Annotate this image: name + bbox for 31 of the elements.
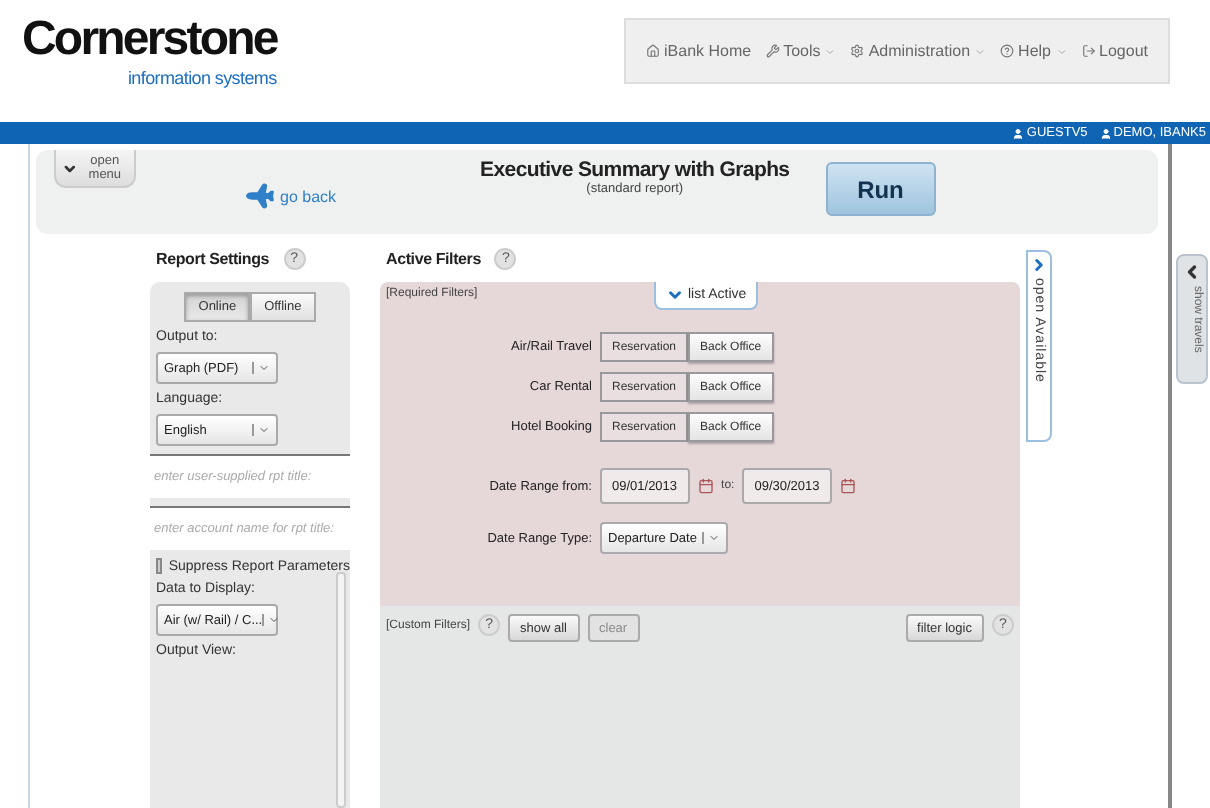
caret-icon: [1055, 45, 1067, 57]
help-icon: [1000, 44, 1015, 58]
caret-icon: [824, 45, 837, 57]
logo-name: Cornerstone: [20, 12, 280, 68]
nav-link[interactable]: Help: [1000, 42, 1067, 60]
logo-tagline: information systems: [127, 68, 277, 88]
report-title: Executive Summary with Graphs: [480, 158, 790, 182]
checkbox[interactable]: [156, 558, 163, 574]
chevron-right-icon: [1030, 256, 1048, 274]
nav-link[interactable]: Administration: [850, 42, 987, 60]
nav-link[interactable]: Tools: [765, 42, 837, 60]
calendar-icon[interactable]: [839, 478, 856, 494]
go-back-link[interactable]: go back: [248, 182, 337, 210]
gear-icon: [850, 44, 865, 58]
caret-icon: [974, 45, 987, 57]
caret-icon: [268, 614, 281, 626]
caret-icon: [258, 424, 270, 436]
home-icon: [646, 44, 660, 58]
nav-link[interactable]: iBank Home: [646, 42, 752, 60]
run-button[interactable]: Run: [825, 162, 936, 216]
chevron-down-icon: [666, 286, 684, 304]
caret-icon: [258, 362, 270, 374]
logout-icon: [1081, 44, 1096, 58]
caret-icon: [708, 532, 720, 544]
section-title: Active Filters: [386, 249, 481, 267]
nav-link[interactable]: Logout: [1081, 42, 1148, 60]
calendar-icon[interactable]: [697, 478, 714, 494]
section-title: Report Settings: [156, 249, 270, 267]
user-icon: [1099, 127, 1112, 139]
user-icon: [1012, 127, 1025, 139]
wrench-icon: [765, 44, 780, 58]
